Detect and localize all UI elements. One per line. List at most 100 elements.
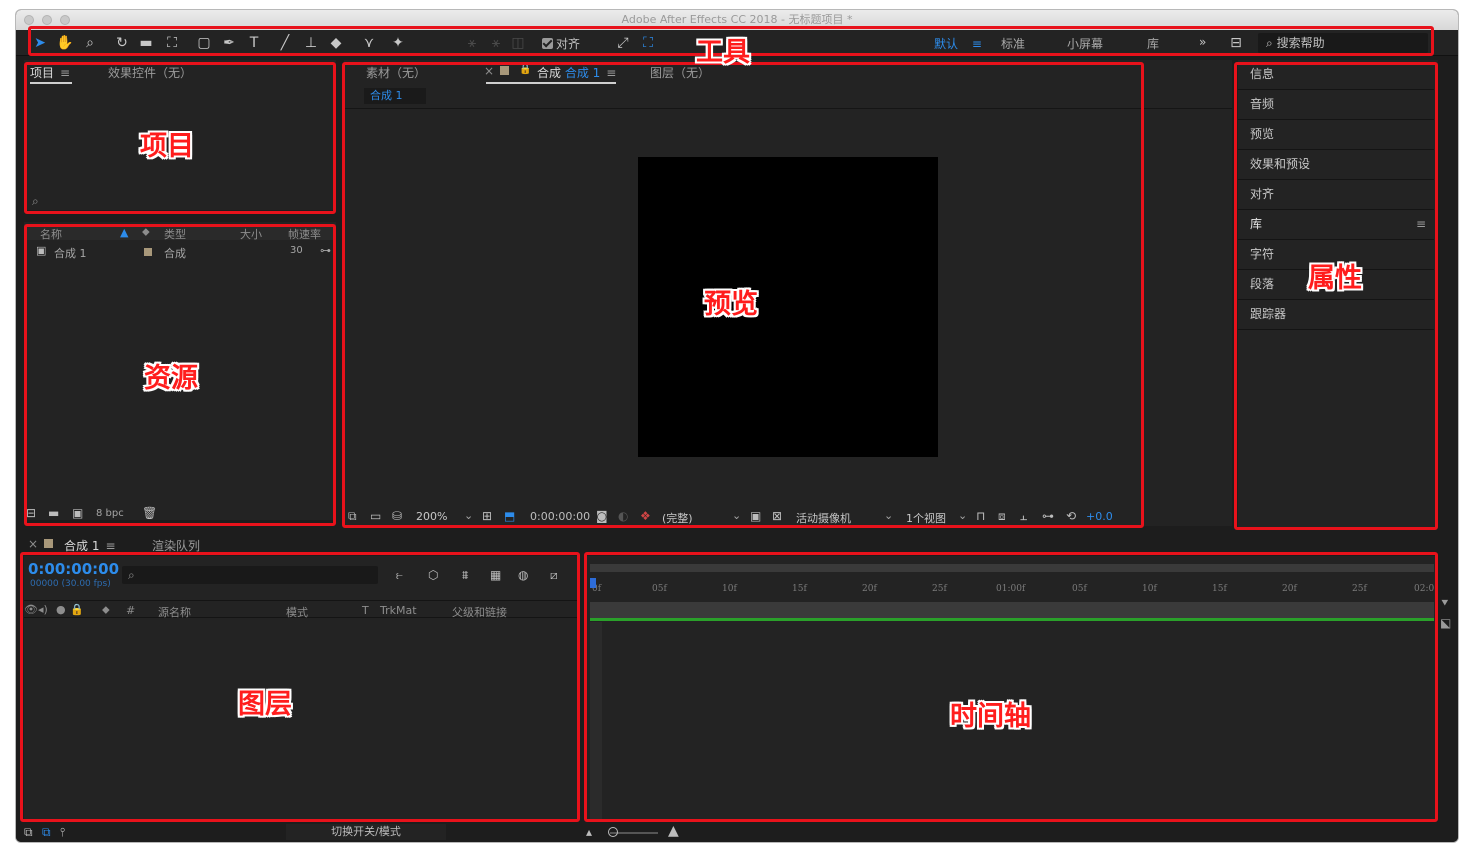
workspace-small-screen[interactable]: 小屏幕 xyxy=(1067,35,1103,52)
reset-exposure-icon[interactable]: ⟲ xyxy=(1066,509,1076,523)
region-of-interest-icon[interactable]: ⬒ xyxy=(504,509,515,523)
grid-guides-icon[interactable]: ⊞ xyxy=(482,509,492,523)
column-mode[interactable]: 模式 xyxy=(286,604,308,620)
panel-menu-icon[interactable]: ≡ xyxy=(60,66,70,80)
axis-local-icon[interactable]: ⚹ xyxy=(462,33,482,53)
tab-timeline-comp[interactable]: 合成 1 ≡ xyxy=(64,537,116,554)
column-framerate[interactable]: 帧速率 xyxy=(288,226,321,242)
column-t[interactable]: T xyxy=(362,604,369,617)
column-number[interactable]: # xyxy=(126,604,135,617)
new-folder-icon[interactable]: ▬ xyxy=(48,506,59,520)
eye-icon[interactable]: 👁 xyxy=(24,603,38,616)
axis-world-icon[interactable]: ⚹ xyxy=(486,33,506,53)
channel-rgb-icon[interactable]: ❖ xyxy=(640,509,651,523)
zoom-magnifier-icon[interactable]: ⌕ xyxy=(80,33,100,53)
column-source-name[interactable]: 源名称 xyxy=(158,604,191,620)
clone-stamp-icon[interactable]: ⊥ xyxy=(301,33,321,53)
panel-item-audio[interactable]: 音频 xyxy=(1238,90,1434,120)
lock-icon[interactable]: 🔒 xyxy=(70,603,84,616)
timeline-icon[interactable]: ⫠ xyxy=(1020,509,1027,523)
breadcrumb[interactable]: 合成 1 xyxy=(364,88,426,104)
tab-effect-controls[interactable]: 效果控件（无） xyxy=(108,64,192,81)
help-search-input[interactable]: ⌕ 搜索帮助 xyxy=(1258,33,1428,53)
zoom-slider-handle[interactable] xyxy=(608,827,618,837)
minimize-window-button[interactable] xyxy=(42,15,52,25)
lock-icon[interactable]: 🔒 xyxy=(519,64,531,75)
toggle-switches-modes-button[interactable]: 切换开关/模式 xyxy=(286,824,446,840)
panel-item-align[interactable]: 对齐 xyxy=(1238,180,1434,210)
puppet-pin-icon[interactable]: ✦ xyxy=(388,33,408,53)
viewer-timecode[interactable]: 0:00:00:00 xyxy=(530,510,590,523)
rotate-icon[interactable]: ↻ xyxy=(112,33,132,53)
playhead[interactable] xyxy=(590,578,596,588)
tab-composition[interactable]: 合成 合成 1 ≡ xyxy=(537,64,616,81)
eraser-icon[interactable]: ◆ xyxy=(326,33,346,53)
always-preview-icon[interactable]: ⧉ xyxy=(348,509,357,523)
mask-visibility-icon[interactable]: ⛁ xyxy=(392,509,402,523)
exposure-value[interactable]: +0.0 xyxy=(1086,510,1113,523)
list-item[interactable]: ▣ 合成 1 合成 30 ⊶ xyxy=(24,242,336,260)
snapshot-camera-icon[interactable]: ◙ xyxy=(596,509,608,523)
camera-chevron-icon[interactable]: ⌄ xyxy=(884,509,893,522)
camera-icon[interactable]: ▬ xyxy=(136,33,156,53)
project-search-icon[interactable]: ⌕ xyxy=(32,194,39,208)
work-area-bar[interactable] xyxy=(590,564,1434,572)
current-timecode[interactable]: 0:00:00:00 xyxy=(28,560,119,578)
composition-canvas[interactable] xyxy=(638,157,938,457)
column-name[interactable]: 名称 xyxy=(40,226,62,242)
trash-icon[interactable]: 🗑 xyxy=(142,506,157,520)
panel-item-effects-presets[interactable]: 效果和预设 xyxy=(1238,150,1434,180)
tab-footage[interactable]: 素材（无） xyxy=(366,64,426,81)
rectangle-shape-icon[interactable]: ▢ xyxy=(194,33,214,53)
close-window-button[interactable] xyxy=(24,15,34,25)
in-out-icon[interactable]: ⫯ xyxy=(60,825,65,839)
snap-expand-icon[interactable]: ⤢ xyxy=(613,33,633,53)
zoom-in-mountain-icon[interactable]: ▲ xyxy=(668,824,679,838)
resolution-dropdown[interactable]: (完整) xyxy=(662,510,693,526)
panel-menu-icon[interactable]: ≡ xyxy=(606,66,616,80)
transfer-controls-icon[interactable]: ⧉ xyxy=(42,825,51,839)
workspace-overflow-chevron-icon[interactable]: » xyxy=(1199,35,1206,49)
comp-mini-flowchart-icon[interactable]: ⥼ xyxy=(396,568,403,582)
close-tab-icon[interactable]: × xyxy=(28,537,38,551)
views-chevron-icon[interactable]: ⌄ xyxy=(958,509,967,522)
solo-icon[interactable]: ● xyxy=(56,603,66,616)
motion-blur-icon[interactable]: ◍ xyxy=(518,568,528,582)
frame-blending-icon[interactable]: ▦ xyxy=(490,568,501,582)
panel-item-info[interactable]: 信息 xyxy=(1238,60,1434,90)
fast-preview-icon[interactable]: ▣ xyxy=(750,509,761,523)
tab-render-queue[interactable]: 渲染队列 xyxy=(152,537,200,554)
column-type[interactable]: 类型 xyxy=(164,226,186,242)
toggle-pixel-aspect-icon[interactable]: ⊓ xyxy=(976,509,985,523)
panel-item-libraries[interactable]: 库 ≡ xyxy=(1238,210,1434,240)
camera-dropdown[interactable]: 活动摄像机 xyxy=(796,510,851,526)
bit-depth[interactable]: 8 bpc xyxy=(96,508,124,519)
label-tag-icon[interactable]: ⬥ xyxy=(142,225,150,239)
comp-flowchart-icon[interactable]: ⊶ xyxy=(1042,509,1054,523)
column-size[interactable]: 大小 xyxy=(240,226,262,242)
selection-arrow-icon[interactable]: ➤ xyxy=(30,33,50,53)
roto-brush-icon[interactable]: ⋎ xyxy=(359,33,379,53)
workspace-standard[interactable]: 标准 xyxy=(1001,35,1025,52)
brush-icon[interactable]: ╱ xyxy=(275,33,295,53)
flowchart-icon[interactable]: ⊶ xyxy=(320,244,331,257)
zoom-dropdown-chevron-icon[interactable]: ⌄ xyxy=(464,509,473,522)
graph-editor-icon[interactable]: ⧄ xyxy=(550,568,558,582)
views-dropdown[interactable]: 1个视图 xyxy=(906,510,946,526)
zoom-out-mountain-icon[interactable]: ▴ xyxy=(586,825,592,839)
fast-previews-icon[interactable]: ⧈ xyxy=(998,509,1006,523)
new-composition-icon[interactable]: ▣ xyxy=(72,506,83,520)
sort-ascending-icon[interactable]: ▲ xyxy=(120,226,128,239)
workspace-menu-icon[interactable]: ≡ xyxy=(972,37,982,51)
zoom-window-button[interactable] xyxy=(60,15,70,25)
marker-icon[interactable]: ⯆ xyxy=(1440,596,1450,610)
show-snapshot-icon[interactable]: ◐ xyxy=(618,509,628,523)
audio-icon[interactable]: ◂) xyxy=(38,603,48,616)
workspace-default[interactable]: 默认 ≡ xyxy=(934,35,982,52)
monitor-icon[interactable]: ▭ xyxy=(370,509,381,523)
label-tag-icon[interactable]: ⬥ xyxy=(102,603,110,617)
panel-item-preview[interactable]: 预览 xyxy=(1238,120,1434,150)
pen-icon[interactable]: ✒ xyxy=(219,33,239,53)
snap-grid-icon[interactable]: ⛶ xyxy=(638,33,658,53)
hand-icon[interactable]: ✋ xyxy=(55,33,75,53)
